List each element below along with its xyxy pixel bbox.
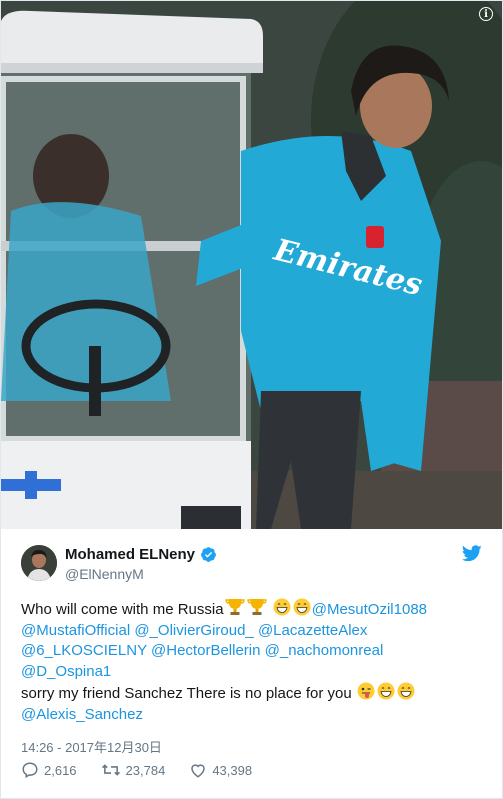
like-button[interactable]: 43,398 [189,761,252,779]
grinning-face-emoji-icon [397,682,415,700]
mention-link[interactable]: @HectorBellerin [151,642,260,659]
heart-icon [191,764,206,778]
author-handle[interactable]: @ElNennyM [65,566,144,582]
retweet-icon [101,764,120,776]
retweet-count: 23,784 [125,762,166,778]
author-name-row: Mohamed ELNeny [65,546,217,563]
tweet-line-4: @D_Ospina1 [21,662,486,683]
tweet-line-1: Who will come with me Russia @MesutOzil1… [21,598,486,621]
author-display-name[interactable]: Mohamed ELNeny [65,546,195,563]
tweet-line-3: @6_LKOSCIELNY @HectorBellerin @_nachomon… [21,641,486,662]
photo-illustration: Emirates [1,1,502,529]
tweet-text: Who will come with me Russia @MesutOzil1… [21,598,486,725]
twitter-bird-icon[interactable] [462,545,482,562]
tweet-text-segment: sorry my friend Sanchez There is no plac… [21,685,352,702]
mention-link[interactable]: @Alexis_Sanchez [21,706,143,723]
grinning-face-emoji-icon [273,598,291,616]
mention-link[interactable]: @_OlivierGiroud_ [134,622,253,639]
mention-link[interactable]: @_nachomonreal [265,642,384,659]
mention-link[interactable]: @MesutOzil1088 [312,601,427,618]
grinning-face-emoji-icon [377,682,395,700]
grinning-face-emoji-icon [293,598,311,616]
mention-link[interactable]: @LacazetteAlex [258,622,367,639]
tweet-card: Emirates i Mohamed ELNeny @ElNennyM Who … [0,0,503,799]
reply-count: 2,616 [44,762,77,778]
tweet-timestamp[interactable]: 14:26 - 2017年12月30日 [21,737,162,756]
reply-icon [22,762,38,779]
mention-link[interactable]: @MustafiOfficial [21,622,130,639]
info-icon[interactable]: i [479,7,493,21]
avatar-image [21,545,57,581]
tweet-actions: 2,616 23,784 43,398 [21,761,276,779]
retweet-button[interactable]: 23,784 [101,761,166,779]
avatar[interactable] [21,545,57,581]
verified-badge-icon [201,547,216,562]
tweet-photo[interactable]: Emirates i [1,1,502,529]
mention-link[interactable]: @D_Ospina1 [21,663,111,680]
like-count: 43,398 [212,762,253,778]
tweet-line-2: @MustafiOfficial @_OlivierGiroud_ @Lacaz… [21,621,486,642]
winking-tongue-face-emoji-icon [357,682,375,700]
reply-button[interactable]: 2,616 [21,761,77,779]
tweet-text-segment: Who will come with me Russia [21,601,224,618]
mention-link[interactable]: @6_LKOSCIELNY [21,642,147,659]
tweet-header: Mohamed ELNeny @ElNennyM [21,543,482,583]
trophy-emoji-icon [224,599,245,615]
trophy-emoji-icon [246,599,267,615]
tweet-line-5: sorry my friend Sanchez There is no plac… [21,682,486,705]
tweet-line-6: @Alexis_Sanchez [21,705,486,726]
